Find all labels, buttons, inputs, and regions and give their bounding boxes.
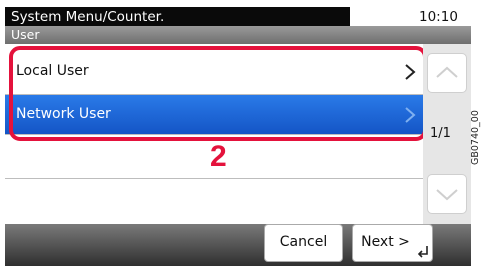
scroll-down-button[interactable] — [427, 174, 467, 214]
chevron-up-icon — [436, 66, 458, 78]
figure-id: GB0740_00 — [470, 110, 481, 165]
next-button-label: Next > — [361, 234, 410, 250]
list-item-empty — [5, 179, 423, 224]
scroll-up-button[interactable] — [427, 53, 467, 93]
screen-subtitle: User — [11, 27, 40, 42]
chevron-down-icon — [436, 189, 458, 201]
cancel-button-label: Cancel — [279, 234, 328, 250]
cancel-button[interactable]: Cancel — [264, 224, 343, 262]
subtitle-bar — [5, 26, 471, 44]
callout-highlight — [9, 46, 427, 141]
page-indicator: 1/1 — [430, 126, 451, 141]
clock: 10:10 — [419, 9, 458, 25]
callout-step-number: 2 — [210, 140, 227, 173]
device-panel: System Menu/Counter. 10:10 User Local Us… — [0, 0, 476, 266]
enter-icon — [417, 246, 428, 258]
next-button[interactable]: Next > — [352, 224, 433, 262]
screen-title: System Menu/Counter. — [11, 9, 165, 25]
